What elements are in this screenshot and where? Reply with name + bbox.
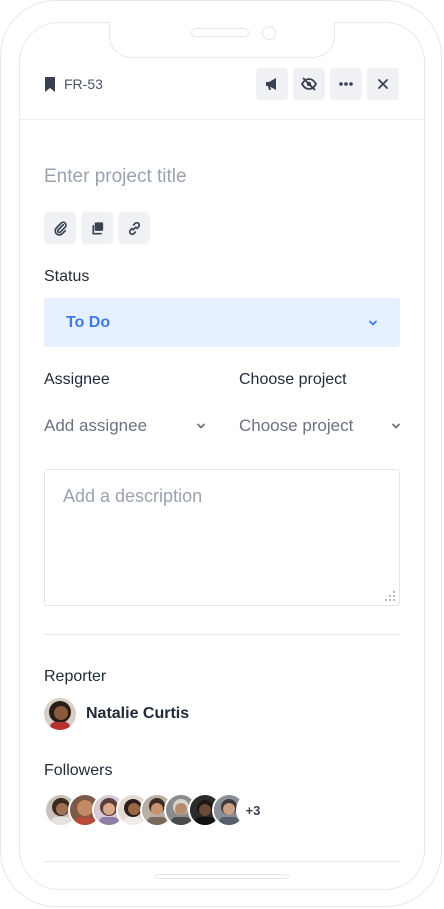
megaphone-icon — [266, 78, 276, 90]
followers-label: Followers — [44, 762, 113, 779]
project-dropdown[interactable]: Choose project — [239, 414, 401, 438]
header-divider — [20, 119, 424, 120]
followers-group[interactable]: +3 — [44, 793, 270, 827]
eye-off-icon — [301, 77, 317, 91]
project-title-input[interactable] — [44, 164, 400, 190]
link-icon — [128, 221, 140, 235]
phone-camera — [262, 26, 276, 40]
issue-key-label: FR-53 — [64, 76, 103, 92]
status-value: To Do — [66, 313, 111, 331]
reporter-avatar-image — [44, 698, 76, 730]
announce-button[interactable] — [256, 68, 288, 100]
reporter-name: Natalie Curtis — [86, 705, 190, 722]
attach-button[interactable] — [44, 212, 76, 244]
project-label: Choose project — [239, 371, 347, 388]
duplicate-button[interactable] — [81, 212, 113, 244]
more-icon — [339, 82, 353, 86]
more-button[interactable] — [330, 68, 362, 100]
copy-icon — [91, 221, 103, 234]
section-divider — [44, 634, 400, 635]
assignee-label: Assignee — [44, 371, 110, 388]
avatar[interactable] — [44, 698, 76, 730]
resize-grip-icon[interactable] — [384, 590, 396, 602]
bookmark-icon — [45, 76, 55, 92]
home-indicator — [155, 874, 289, 879]
status-select[interactable]: To Do — [44, 298, 400, 347]
status-label: Status — [44, 268, 90, 285]
reporter-label: Reporter — [44, 668, 107, 685]
hide-button[interactable] — [293, 68, 325, 100]
chevron-down-icon — [197, 423, 205, 429]
phone-speaker — [191, 28, 249, 37]
more-followers-count[interactable]: +3 — [236, 793, 270, 827]
close-icon — [378, 79, 388, 89]
paperclip-icon — [53, 221, 67, 236]
assignee-value: Add assignee — [44, 416, 148, 435]
chevron-down-icon — [369, 320, 377, 325]
phone-screen — [19, 22, 425, 890]
section-divider — [44, 861, 400, 862]
link-button[interactable] — [118, 212, 150, 244]
close-button[interactable] — [367, 68, 399, 100]
description-textarea[interactable] — [44, 469, 400, 606]
project-value: Choose project — [239, 416, 354, 435]
chevron-down-icon — [392, 423, 400, 429]
assignee-dropdown[interactable]: Add assignee — [44, 414, 206, 438]
issue-key[interactable]: FR-53 — [44, 76, 103, 92]
